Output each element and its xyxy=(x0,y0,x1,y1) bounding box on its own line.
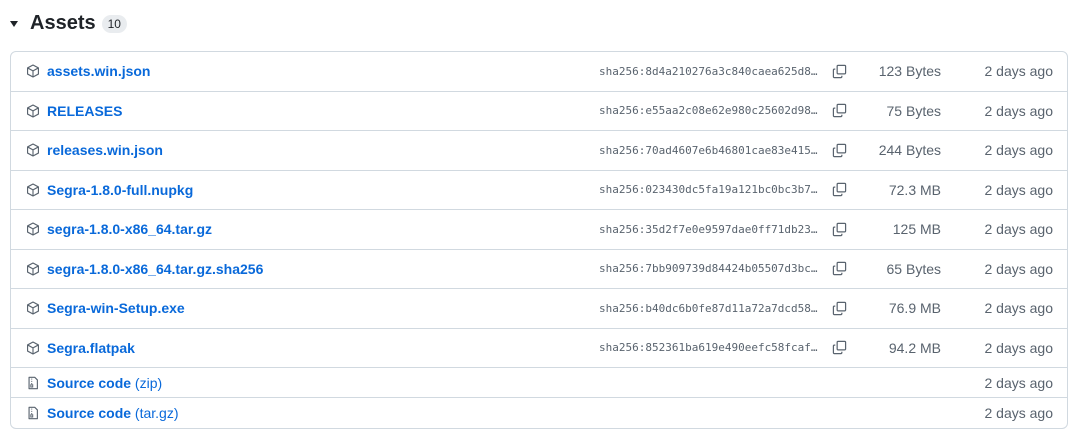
assets-count-badge: 10 xyxy=(101,15,127,33)
asset-row: RELEASES sha256:e55aa2c08e62e980c25602d9… xyxy=(11,92,1067,131)
file-zip-icon xyxy=(25,405,41,421)
asset-date: 2 days ago xyxy=(984,221,1054,238)
assets-section-header[interactable]: Assets 10 xyxy=(10,9,127,37)
copy-icon[interactable] xyxy=(829,101,849,121)
copy-icon[interactable] xyxy=(829,338,849,358)
asset-date: 2 days ago xyxy=(984,181,1054,198)
asset-size: 244 Bytes xyxy=(878,142,941,159)
asset-size: 72.3 MB xyxy=(888,181,941,198)
source-code-targz-link[interactable]: Source code (tar.gz) xyxy=(47,405,179,421)
asset-digest: sha256:7bb909739d84424b05507d3bc4… xyxy=(599,262,821,276)
asset-date: 2 days ago xyxy=(984,260,1054,277)
asset-date: 2 days ago xyxy=(984,339,1054,356)
asset-digest: sha256:8d4a210276a3c840caea625d85… xyxy=(599,64,821,78)
asset-date: 2 days ago xyxy=(984,405,1054,421)
asset-row: assets.win.json sha256:8d4a210276a3c840c… xyxy=(11,52,1067,92)
asset-digest: sha256:35d2f7e0e9597dae0ff71db238… xyxy=(599,222,821,236)
asset-link[interactable]: segra-1.8.0-x86_64.tar.gz xyxy=(47,221,212,237)
source-code-row: Source code (zip) 2 days ago xyxy=(11,368,1067,398)
asset-row: segra-1.8.0-x86_64.tar.gz.sha256 sha256:… xyxy=(11,250,1067,289)
asset-row: Segra-win-Setup.exe sha256:b40dc6b0fe87d… xyxy=(11,289,1067,329)
asset-link[interactable]: Segra-1.8.0-full.nupkg xyxy=(47,182,193,198)
package-icon xyxy=(25,142,41,158)
asset-size: 94.2 MB xyxy=(888,339,941,356)
package-icon xyxy=(25,182,41,198)
asset-digest: sha256:b40dc6b0fe87d11a72a7dcd58f… xyxy=(599,301,821,315)
asset-digest: sha256:023430dc5fa19a121bc0bc3b7c… xyxy=(599,183,821,197)
source-code-format: (zip) xyxy=(134,374,163,391)
asset-digest: sha256:e55aa2c08e62e980c25602d98d… xyxy=(599,104,821,118)
source-code-zip-link[interactable]: Source code (zip) xyxy=(47,375,162,391)
asset-row: Segra.flatpak sha256:852361ba619e490eefc… xyxy=(11,329,1067,368)
asset-date: 2 days ago xyxy=(984,63,1054,80)
package-icon xyxy=(25,63,41,79)
asset-digest: sha256:852361ba619e490eefc58fcaf1… xyxy=(599,341,821,355)
package-icon xyxy=(25,221,41,237)
asset-row: releases.win.json sha256:70ad4607e6b4680… xyxy=(11,131,1067,171)
source-code-label: Source code xyxy=(47,374,132,391)
asset-size: 123 Bytes xyxy=(878,63,941,80)
asset-row: segra-1.8.0-x86_64.tar.gz sha256:35d2f7e… xyxy=(11,210,1067,250)
asset-link[interactable]: assets.win.json xyxy=(47,63,150,79)
copy-icon[interactable] xyxy=(829,259,849,279)
package-icon xyxy=(25,340,41,356)
package-icon xyxy=(25,261,41,277)
asset-row: Segra-1.8.0-full.nupkg sha256:023430dc5f… xyxy=(11,171,1067,210)
copy-icon[interactable] xyxy=(829,298,849,318)
asset-size: 76.9 MB xyxy=(888,300,941,317)
copy-icon[interactable] xyxy=(829,61,849,81)
asset-size: 65 Bytes xyxy=(886,260,941,277)
asset-link[interactable]: Segra.flatpak xyxy=(47,340,135,356)
copy-icon[interactable] xyxy=(829,140,849,160)
asset-link[interactable]: releases.win.json xyxy=(47,142,163,158)
asset-link[interactable]: segra-1.8.0-x86_64.tar.gz.sha256 xyxy=(47,261,263,277)
asset-link[interactable]: RELEASES xyxy=(47,103,122,119)
copy-icon[interactable] xyxy=(829,219,849,239)
asset-size: 75 Bytes xyxy=(886,102,941,119)
asset-link[interactable]: Segra-win-Setup.exe xyxy=(47,300,185,316)
asset-date: 2 days ago xyxy=(984,300,1054,317)
asset-digest: sha256:70ad4607e6b46801cae83e4150… xyxy=(599,143,821,157)
copy-icon[interactable] xyxy=(829,180,849,200)
file-zip-icon xyxy=(25,375,41,391)
source-code-row: Source code (tar.gz) 2 days ago xyxy=(11,398,1067,428)
asset-date: 2 days ago xyxy=(984,374,1054,391)
asset-date: 2 days ago xyxy=(984,142,1054,159)
asset-date: 2 days ago xyxy=(984,102,1054,119)
source-code-format: (tar.gz) xyxy=(134,405,179,421)
triangle-down-icon[interactable] xyxy=(10,21,18,27)
package-icon xyxy=(25,300,41,316)
assets-list: assets.win.json sha256:8d4a210276a3c840c… xyxy=(10,51,1068,429)
asset-size: 125 MB xyxy=(892,221,941,238)
package-icon xyxy=(25,103,41,119)
assets-title: Assets xyxy=(30,11,96,34)
source-code-label: Source code xyxy=(47,405,132,421)
